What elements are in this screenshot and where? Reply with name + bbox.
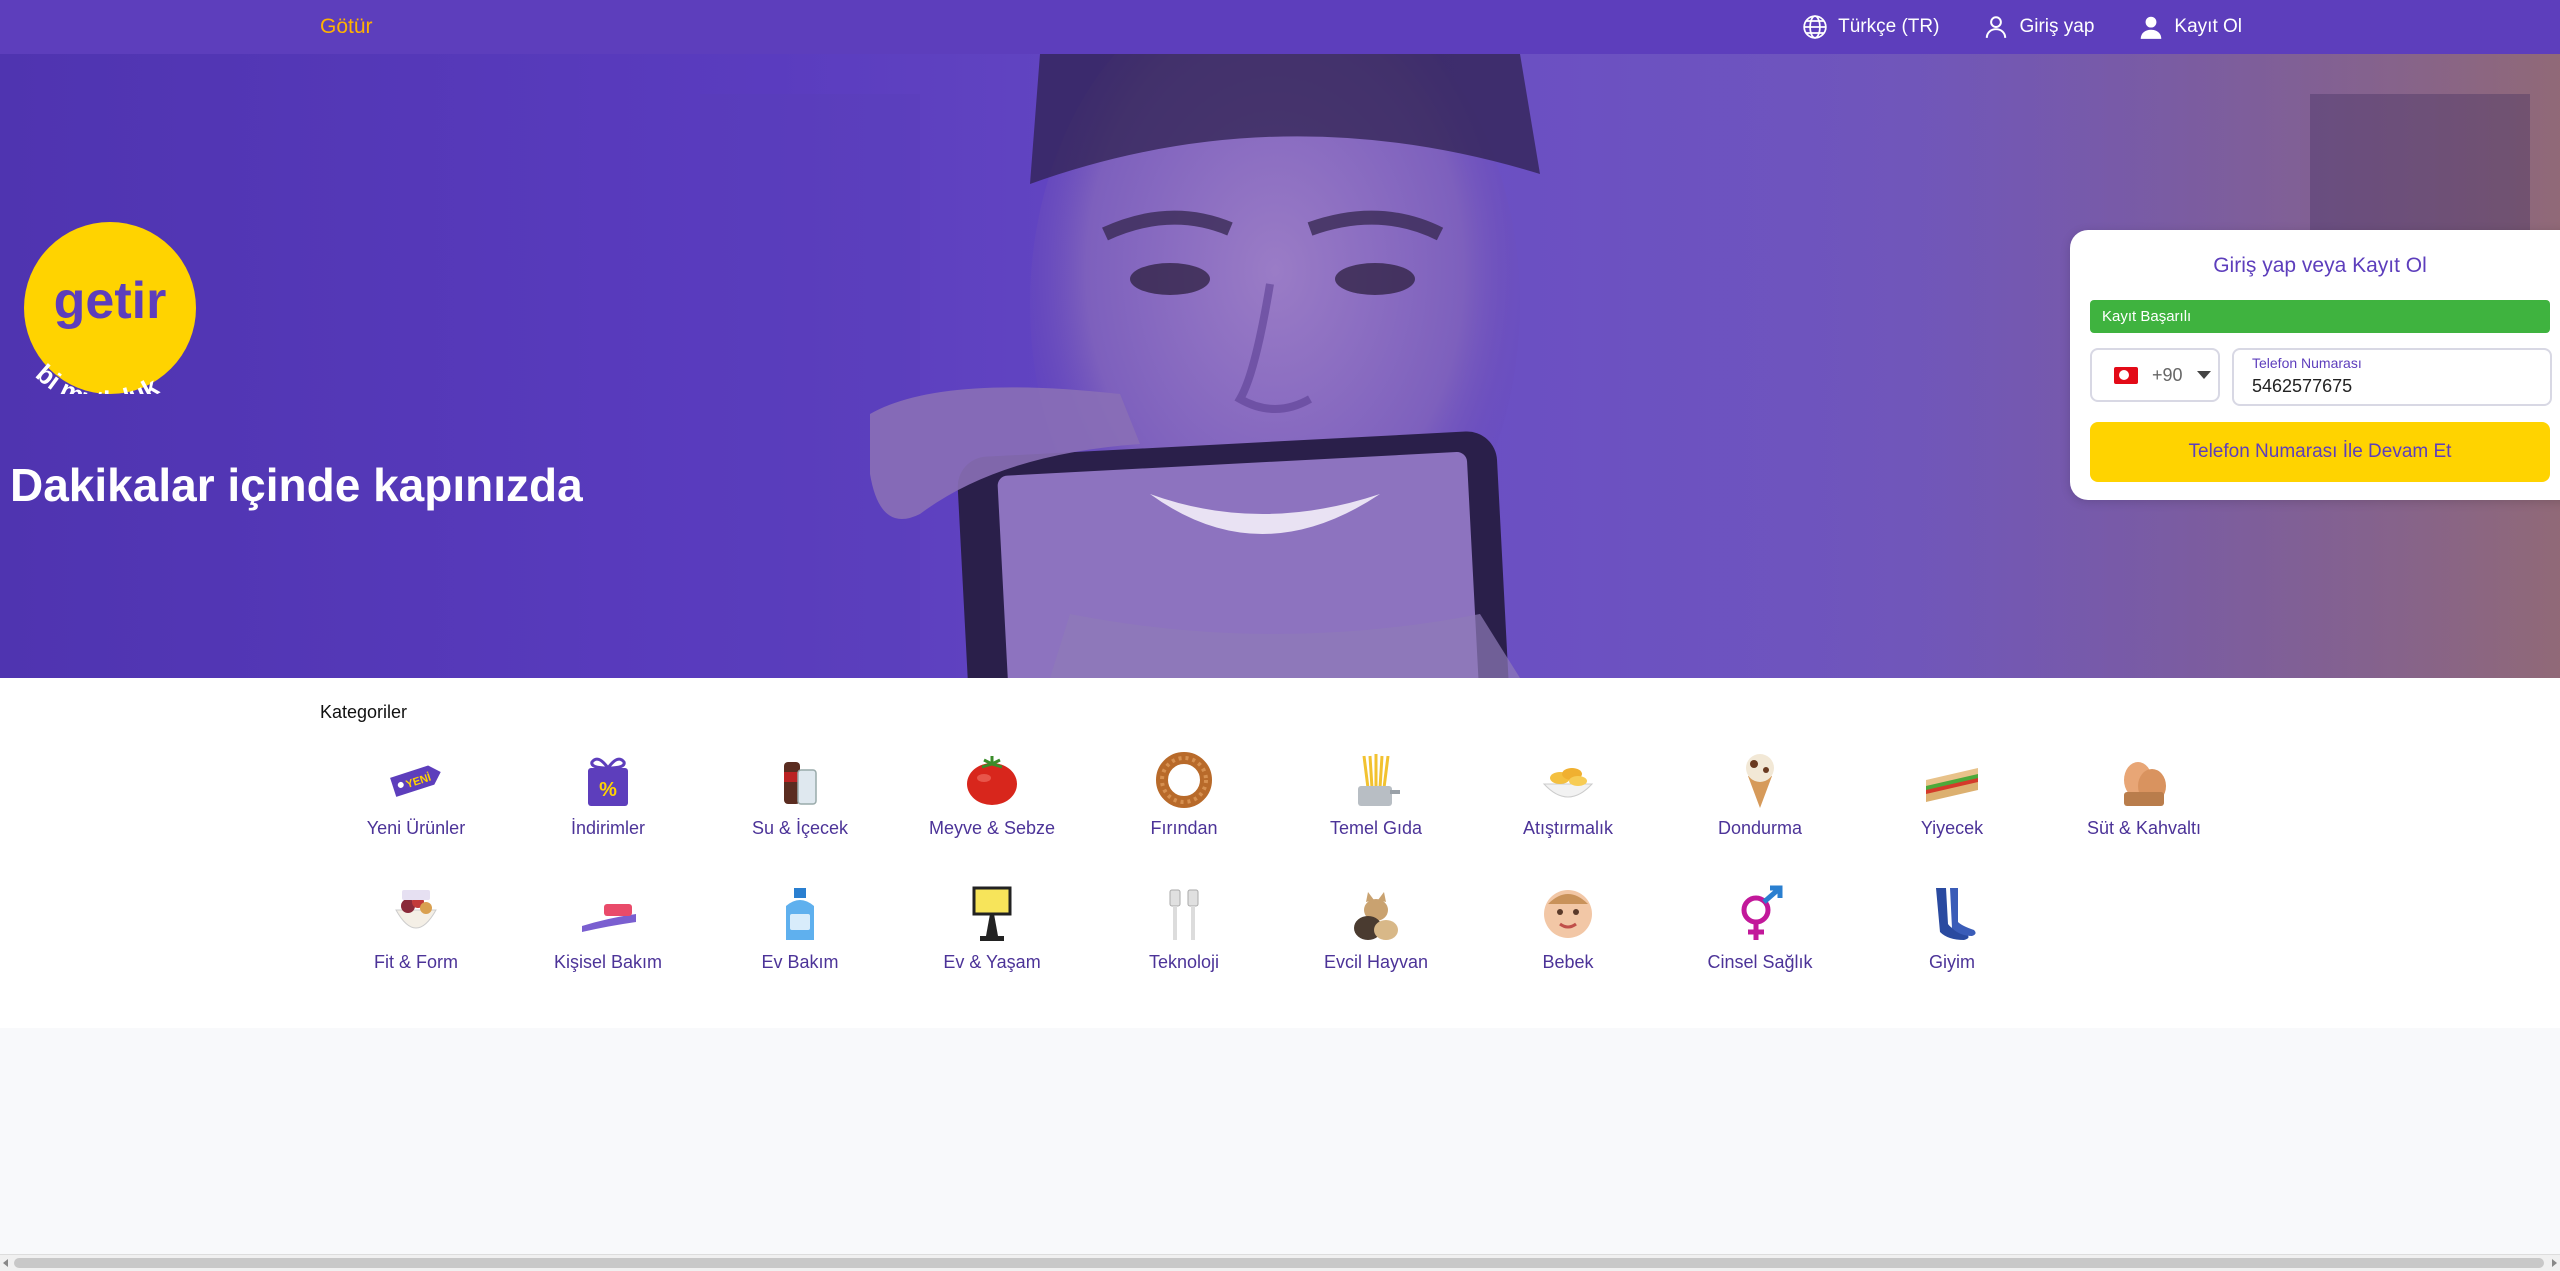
category-label: Süt & Kahvaltı	[2086, 818, 2202, 838]
simit-icon	[1156, 752, 1212, 808]
detergent-icon	[786, 888, 814, 940]
baby-icon	[1544, 890, 1592, 938]
new-tag-icon: YENİ	[390, 765, 441, 797]
category-meyve-sebze[interactable]: Meyve & Sebze	[896, 750, 1088, 870]
category-dondurma[interactable]: Dondurma	[1664, 750, 1856, 870]
globe-icon	[1803, 15, 1827, 39]
category-evcil-hayvan[interactable]: Evcil Hayvan	[1280, 884, 1472, 1004]
category-fit-form[interactable]: Fit & Form	[320, 884, 512, 1004]
scroll-left-arrow-icon[interactable]	[3, 1259, 8, 1267]
language-label: Türkçe (TR)	[1838, 16, 1940, 37]
svg-text:%: %	[599, 779, 617, 801]
user-icon	[1986, 16, 2007, 38]
toothbrush-icon	[582, 898, 636, 932]
category-temel-gida[interactable]: Temel Gıda	[1280, 750, 1472, 870]
discount-gift-icon: %	[588, 757, 628, 806]
hero-title: Dakikalar içinde kapınızda	[10, 459, 583, 511]
category-label: Su & İçecek	[751, 818, 849, 838]
category-firindan[interactable]: Fırından	[1088, 750, 1280, 870]
category-su-icecek[interactable]: Su & İçecek	[704, 750, 896, 870]
category-label: Ev & Yaşam	[943, 952, 1041, 972]
category-yiyecek[interactable]: Yiyecek	[1856, 750, 2048, 870]
category-label: Atıştırmalık	[1522, 818, 1613, 838]
granola-icon	[395, 890, 437, 929]
categories-heading: Kategoriler	[320, 702, 408, 722]
category-label: Giyim	[1929, 952, 1975, 972]
language-selector[interactable]: Türkçe (TR)	[1802, 14, 1939, 40]
categories-section: Kategoriler YENİ Yeni Ürünler % İndiriml…	[0, 678, 2560, 1028]
turkey-flag-icon	[2114, 366, 2138, 384]
lamp-icon	[972, 886, 1012, 941]
gender-icon	[1741, 885, 1783, 940]
stockings-icon	[1936, 888, 1976, 940]
category-label: Meyve & Sebze	[928, 818, 1056, 838]
top-navbar: Götür Türkçe (TR) Giriş yap Kayıt Ol	[0, 0, 2560, 54]
tomato-icon	[967, 756, 1017, 805]
chips-icon	[1542, 768, 1594, 798]
category-label: Fit & Form	[374, 952, 458, 972]
category-label: Bebek	[1542, 952, 1594, 972]
category-label: Teknoloji	[1148, 952, 1220, 972]
horizontal-scrollbar[interactable]	[0, 1254, 2560, 1271]
phone-number-input[interactable]	[2252, 376, 2532, 397]
category-label: İndirimler	[570, 818, 645, 838]
eggs-icon	[2124, 762, 2166, 806]
user-filled-icon	[2141, 16, 2162, 39]
category-bebek[interactable]: Bebek	[1472, 884, 1664, 1004]
chevron-down-icon	[2196, 371, 2211, 379]
drink-icon	[784, 762, 817, 805]
category-label: Yeni Ürünler	[366, 818, 466, 838]
scrollbar-thumb[interactable]	[14, 1258, 2544, 1268]
category-label: Yiyecek	[1920, 818, 1984, 838]
success-alert: Kayıt Başarılı	[2090, 300, 2550, 333]
category-label: Evcil Hayvan	[1323, 952, 1429, 972]
phone-number-field[interactable]: Telefon Numarası	[2232, 348, 2552, 406]
login-card: Giriş yap veya Kayıt Ol Kayıt Başarılı +…	[2070, 230, 2560, 500]
pasta-icon	[1358, 754, 1400, 806]
category-cinsel-saglik[interactable]: Cinsel Sağlık	[1664, 884, 1856, 1004]
ice-cream-icon	[1746, 754, 1774, 808]
pets-icon	[1354, 892, 1398, 940]
getir-logo: getir bi mutluluk	[24, 222, 196, 394]
category-ev-yasam[interactable]: Ev & Yaşam	[896, 884, 1088, 1004]
category-label: Ev Bakım	[761, 952, 839, 972]
continue-with-phone-button[interactable]: Telefon Numarası İle Devam Et	[2090, 422, 2550, 482]
category-label: Fırından	[1150, 818, 1218, 838]
country-code-select[interactable]: +90	[2090, 348, 2220, 402]
category-kisisel-bakim[interactable]: Kişisel Bakım	[512, 884, 704, 1004]
country-code-value: +90	[2152, 364, 2183, 385]
cable-icon	[1169, 889, 1199, 940]
sandwich-icon	[1926, 768, 1978, 802]
login-card-title: Giriş yap veya Kayıt Ol	[2213, 254, 2427, 277]
nav-right-group: Türkçe (TR) Giriş yap Kayıt Ol	[1802, 0, 2242, 54]
category-sut-kahvalti[interactable]: Süt & Kahvaltı	[2048, 750, 2240, 870]
category-giyim[interactable]: Giyim	[1856, 884, 2048, 1004]
register-link[interactable]: Kayıt Ol	[2138, 14, 2242, 40]
login-link[interactable]: Giriş yap	[1983, 14, 2094, 40]
category-label: Cinsel Sağlık	[1707, 952, 1813, 972]
category-ev-bakim[interactable]: Ev Bakım	[704, 884, 896, 1004]
nav-brand-link[interactable]: Götür	[320, 15, 373, 39]
svg-text:getir: getir	[54, 272, 167, 330]
category-indirimler[interactable]: % İndirimler	[512, 750, 704, 870]
register-label: Kayıt Ol	[2174, 16, 2242, 37]
category-label: Temel Gıda	[1329, 818, 1423, 838]
phone-number-label: Telefon Numarası	[2252, 355, 2362, 371]
category-teknoloji[interactable]: Teknoloji	[1088, 884, 1280, 1004]
category-yeni-urunler[interactable]: YENİ Yeni Ürünler	[320, 750, 512, 870]
category-atistirmalik[interactable]: Atıştırmalık	[1472, 750, 1664, 870]
scroll-right-arrow-icon[interactable]	[2552, 1259, 2557, 1267]
category-label: Kişisel Bakım	[553, 952, 663, 972]
category-label: Dondurma	[1717, 818, 1803, 838]
login-label: Giriş yap	[2019, 16, 2095, 37]
